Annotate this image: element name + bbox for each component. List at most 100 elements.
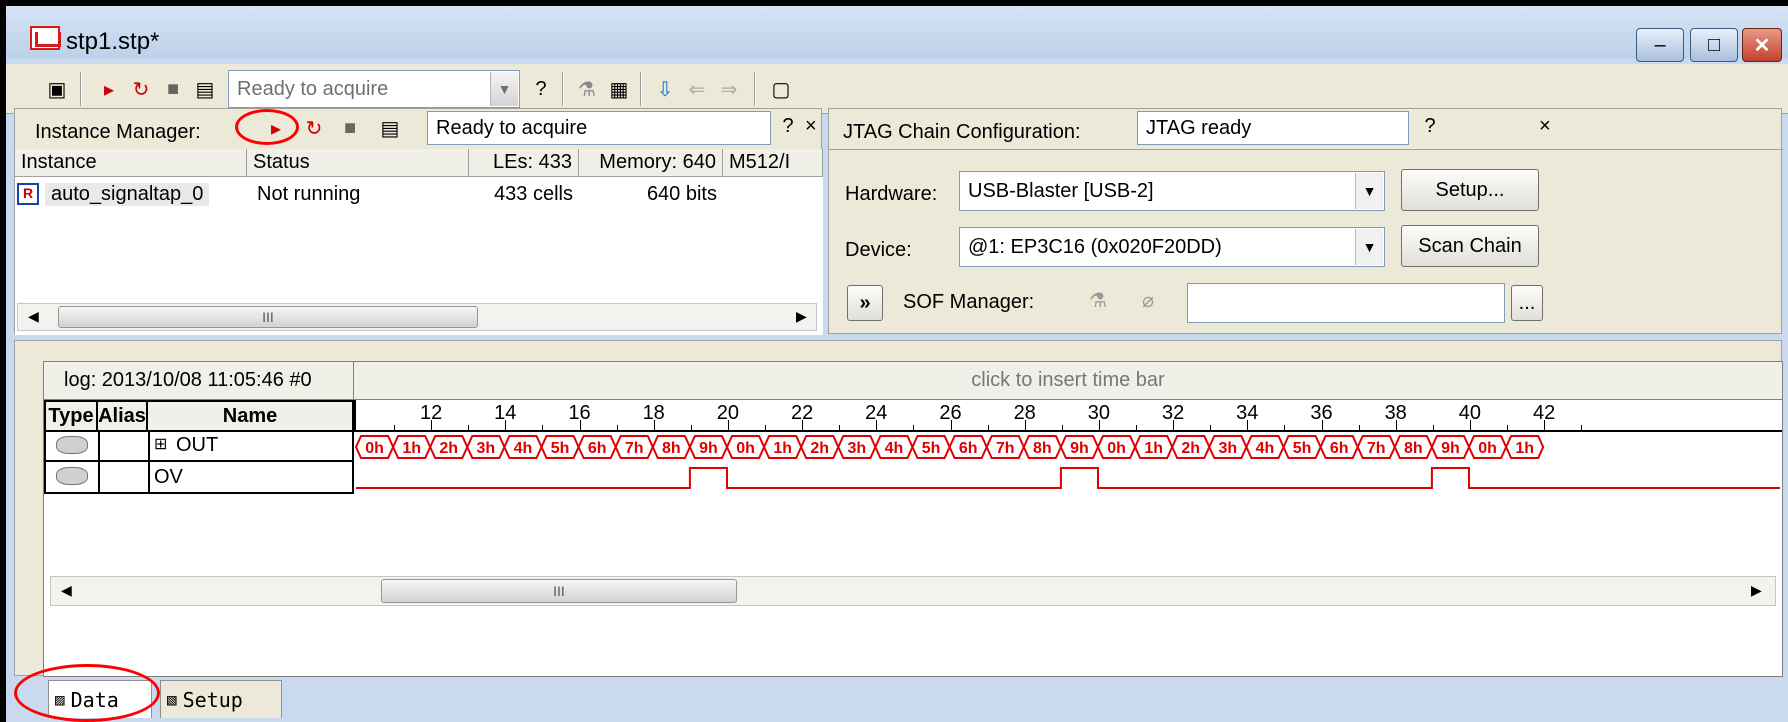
title-bar <box>6 6 1788 58</box>
signal-row-ov[interactable]: OV <box>44 462 354 494</box>
waveform-panel: log: 2013/10/08 11:05:46 #0 click to ins… <box>14 340 1783 677</box>
toolbar-separator <box>754 72 756 106</box>
tick-mark <box>1321 420 1323 430</box>
close-icon: ✕ <box>1753 34 1771 57</box>
column-header-memory[interactable]: Memory: 640 <box>579 149 723 177</box>
bus-value-label: 3h <box>848 440 867 457</box>
scroll-thumb[interactable]: III <box>381 579 737 603</box>
browse-button[interactable]: ... <box>1511 285 1543 321</box>
bus-value-label: 3h <box>1219 440 1238 457</box>
bus-value-label: 8h <box>1404 440 1423 457</box>
sof-program-icon[interactable]: ⚗ <box>1085 287 1111 313</box>
signal-name-out: OUT <box>176 434 219 456</box>
scroll-thumb[interactable]: III <box>58 306 478 328</box>
tick-mark <box>802 420 804 430</box>
signal-row-out[interactable]: ⊞ OUT <box>44 432 354 462</box>
bus-value-label: 0h <box>1478 440 1497 457</box>
scan-chain-button[interactable]: Scan Chain <box>1401 225 1539 267</box>
setup-button[interactable]: Setup... <box>1401 169 1539 211</box>
bus-value-label: 4h <box>885 440 904 457</box>
bus-value-label: 2h <box>1181 440 1200 457</box>
bus-value-label: 4h <box>514 440 533 457</box>
stop-analysis-icon[interactable]: ■ <box>160 76 186 102</box>
scroll-left-icon[interactable]: ◀ <box>28 308 39 325</box>
tick-mark <box>542 425 544 430</box>
hardware-select[interactable]: USB-Blaster [USB-2] ▼ <box>959 171 1385 211</box>
status-combo[interactable]: Ready to acquire ▼ <box>228 70 520 108</box>
tick-mark <box>765 425 766 430</box>
tick-mark <box>1247 420 1249 430</box>
insert-time-bar-hint[interactable]: click to insert time bar <box>354 362 1782 400</box>
tick-mark <box>616 425 618 430</box>
tick-mark <box>1061 425 1063 430</box>
toolbar-separator <box>80 72 82 106</box>
program-device-icon[interactable]: ▣ <box>44 76 70 102</box>
chevron-down-icon[interactable]: ▼ <box>490 72 518 106</box>
waveform-scrollbar[interactable]: ◀ III ▶ <box>50 576 1776 606</box>
minimize-icon: – <box>1654 33 1666 56</box>
expand-sof-button[interactable]: » <box>847 285 883 321</box>
waveform-viewer: log: 2013/10/08 11:05:46 #0 click to ins… <box>43 361 1783 677</box>
highlight-circle <box>235 109 299 145</box>
close-panel-icon[interactable]: × <box>805 115 817 138</box>
column-header-alias[interactable]: Alias <box>98 400 148 432</box>
hardware-label: Hardware: <box>845 183 938 205</box>
read-data-icon[interactable]: ▤ <box>377 115 403 141</box>
help-icon[interactable]: ? <box>1417 113 1443 139</box>
chevron-down-icon[interactable]: ▼ <box>1355 229 1383 265</box>
tab-setup[interactable]: ▧ Setup <box>160 680 282 718</box>
waveform-traces[interactable]: 0h 1h 2h 3h 4h 5h 6h 7h 8h 9h 0h 1h 2h 3h 4h 5h 6h 7h 8h 9h… <box>354 432 1782 496</box>
report-icon[interactable]: ▦ <box>606 76 632 102</box>
chevron-down-icon[interactable]: ▼ <box>1355 173 1383 209</box>
instance-status: Ready to acquire <box>436 116 588 139</box>
tick-mark <box>839 425 841 430</box>
tick-mark <box>1136 425 1137 430</box>
tick-mark <box>1544 420 1546 430</box>
scroll-right-icon[interactable]: ▶ <box>1751 582 1762 599</box>
time-ruler[interactable]: 12 14 16 18 20 22 24 26 28 30 32 34 36 38 40 42 <box>354 400 1782 432</box>
help-icon[interactable]: ? <box>528 76 554 102</box>
highlight-circle <box>14 664 160 722</box>
column-header-name[interactable]: Name <box>148 400 354 432</box>
close-panel-icon[interactable]: × <box>1539 115 1551 138</box>
help-icon[interactable]: ? <box>775 113 801 139</box>
stop-icon[interactable]: ■ <box>337 115 363 141</box>
device-select[interactable]: @1: EP3C16 (0x020F20DD) ▼ <box>959 227 1385 267</box>
jtag-status-field: JTAG ready <box>1137 111 1409 145</box>
bus-value-label: 7h <box>625 440 644 457</box>
bus-value-label: 0h <box>365 440 384 457</box>
attach-icon[interactable]: ⌀ <box>1135 287 1161 313</box>
scroll-left-icon[interactable]: ◀ <box>61 582 72 599</box>
close-button[interactable]: ✕ <box>1742 28 1782 62</box>
fullscreen-icon[interactable]: ▢ <box>768 76 794 102</box>
column-header-instance[interactable]: Instance <box>15 149 247 177</box>
status-combo-value: Ready to acquire <box>237 77 389 100</box>
autorun-analysis-icon[interactable]: ▸ <box>96 76 122 102</box>
expand-icon[interactable]: ⊞ <box>154 434 167 454</box>
run-analysis-icon[interactable]: ↻ <box>128 76 154 102</box>
tick-mark <box>1284 425 1286 430</box>
sof-manager-label: SOF Manager: <box>903 291 1035 313</box>
tab-setup-label: Setup <box>182 687 243 712</box>
sof-file-field[interactable] <box>1187 283 1505 323</box>
sof-icon[interactable]: ⚗ <box>574 76 600 102</box>
bus-value-label: 1h <box>773 440 792 457</box>
download-icon[interactable]: ⇩ <box>652 76 678 102</box>
column-header-m512[interactable]: M512/I <box>723 149 823 177</box>
scroll-right-icon[interactable]: ▶ <box>796 308 807 325</box>
forward-icon[interactable]: ⇒ <box>716 76 742 102</box>
back-icon[interactable]: ⇐ <box>684 76 710 102</box>
minimize-button[interactable]: – <box>1636 28 1684 62</box>
read-data-icon[interactable]: ▤ <box>192 76 218 102</box>
column-header-les[interactable]: LEs: 433 <box>469 149 579 177</box>
column-header-type[interactable]: Type <box>44 400 98 432</box>
jtag-status: JTAG ready <box>1146 116 1252 139</box>
run-icon[interactable]: ↻ <box>301 115 327 141</box>
table-row[interactable]: R auto_signaltap_0 Not running 433 cells… <box>15 181 823 211</box>
bus-value-label: 5h <box>551 440 570 457</box>
signal-name-ov: OV <box>154 466 183 488</box>
maximize-button[interactable]: □ <box>1690 28 1738 62</box>
column-header-status[interactable]: Status <box>247 149 469 177</box>
instance-scrollbar[interactable]: ◀ III ▶ <box>17 303 817 331</box>
bus-value-label: 6h <box>588 440 607 457</box>
